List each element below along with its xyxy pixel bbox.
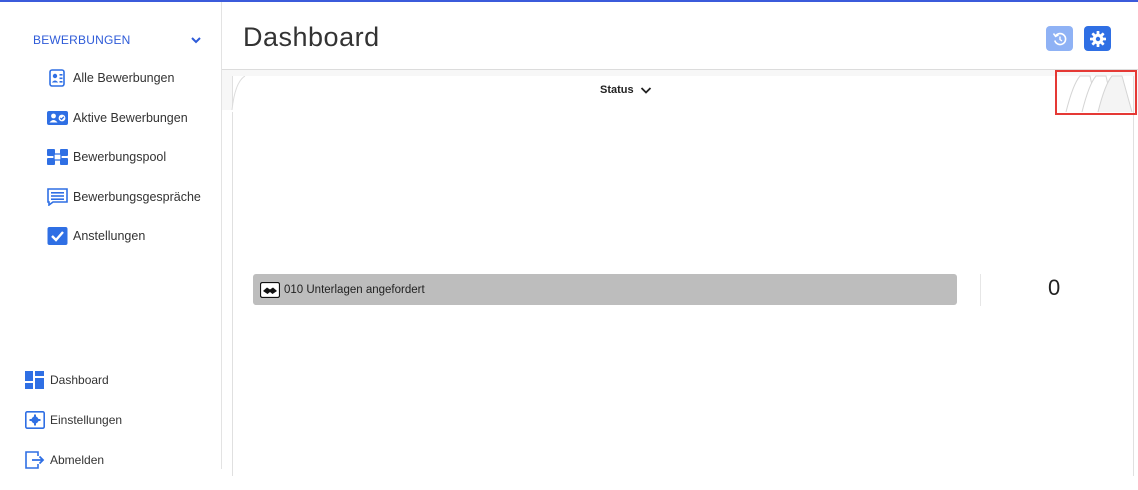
dashboard-icon bbox=[25, 371, 45, 389]
sidebar-item-label: Aktive Bewerbungen bbox=[73, 110, 188, 125]
active-user-icon bbox=[47, 109, 68, 127]
tab-edge bbox=[231, 76, 247, 112]
sidebar-item-label: Anstellungen bbox=[73, 229, 146, 243]
page-title: Dashboard bbox=[243, 22, 380, 52]
contact-card-icon bbox=[47, 69, 68, 87]
chevron-down-icon bbox=[640, 87, 651, 94]
sidebar-item-anstellungen[interactable]: Anstellungen bbox=[47, 226, 201, 246]
settings-button[interactable] bbox=[1084, 26, 1111, 51]
highlight-box bbox=[1055, 70, 1137, 115]
row-separator bbox=[980, 274, 981, 306]
gear-icon bbox=[1089, 30, 1106, 47]
sidebar-subitems: Alle Bewerbungen Aktive Bewerbungen Bewe… bbox=[47, 68, 201, 266]
sidebar-item-dashboard[interactable]: Dashboard bbox=[25, 370, 122, 390]
check-icon bbox=[47, 227, 68, 245]
sidebar-item-aktive-bewerbungen[interactable]: Aktive Bewerbungen bbox=[47, 108, 201, 128]
status-count: 0 bbox=[1048, 275, 1061, 300]
sidebar-item-label: Abmelden bbox=[50, 453, 105, 467]
sidebar-item-abmelden[interactable]: Abmelden bbox=[25, 450, 122, 470]
status-row-label: 010 Unterlagen angefordert bbox=[284, 283, 425, 296]
reset-button[interactable] bbox=[1046, 26, 1073, 51]
sidebar-section-label: BEWERBUNGEN bbox=[33, 33, 131, 47]
sidebar-item-bewerbungspool[interactable]: Bewerbungspool bbox=[47, 147, 201, 167]
status-row[interactable]: 010 Unterlagen angefordert bbox=[253, 274, 957, 305]
chevron-down-icon bbox=[191, 37, 201, 44]
tab-status-label: Status bbox=[600, 84, 634, 96]
gear-icon bbox=[25, 411, 45, 429]
sidebar-bottom: Dashboard Einstellungen Abmelden bbox=[25, 370, 122, 490]
tab-status[interactable]: Status bbox=[600, 84, 652, 96]
reset-icon bbox=[1052, 32, 1066, 45]
sidebar-item-bewerbungsgespraeche[interactable]: Bewerbungsgespräche bbox=[47, 187, 201, 207]
sidebar-item-label: Bewerbungsgespräche bbox=[73, 189, 201, 204]
sidebar-item-label: Dashboard bbox=[50, 373, 109, 387]
pool-icon bbox=[47, 148, 68, 166]
logout-icon bbox=[25, 451, 45, 469]
sidebar-item-label: Alle Bewerbungen bbox=[73, 71, 175, 85]
chat-list-icon bbox=[47, 187, 68, 206]
sidebar: BEWERBUNGEN Alle Bewerbungen Aktive Bewe… bbox=[0, 2, 221, 469]
sidebar-section-bewerbungen[interactable]: BEWERBUNGEN bbox=[33, 30, 203, 50]
handshake-icon bbox=[260, 281, 280, 298]
sidebar-item-alle-bewerbungen[interactable]: Alle Bewerbungen bbox=[47, 68, 201, 88]
sidebar-item-einstellungen[interactable]: Einstellungen bbox=[25, 410, 122, 430]
sidebar-item-label: Bewerbungspool bbox=[73, 150, 167, 164]
sidebar-item-label: Einstellungen bbox=[50, 413, 123, 427]
